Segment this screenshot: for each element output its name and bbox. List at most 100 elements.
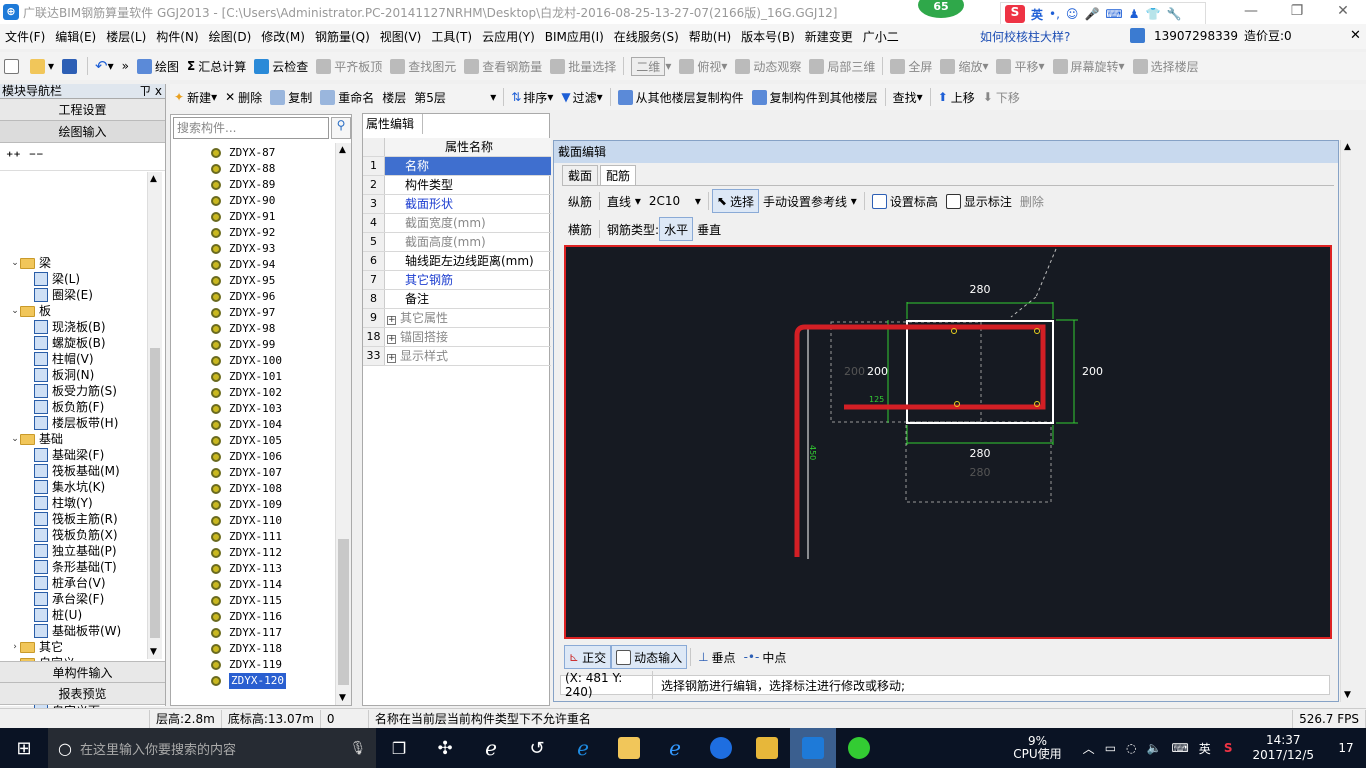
menu-item[interactable]: 钢筋量(Q) (310, 28, 375, 45)
list-item[interactable]: ZDYX-118 (211, 641, 341, 657)
new-file-icon[interactable] (0, 54, 26, 78)
property-row[interactable]: 5 截面高度(mm) (363, 233, 551, 252)
tree-item[interactable]: 柱帽(V) (2, 351, 148, 367)
tree-item[interactable]: 圈梁(E) (2, 287, 148, 303)
tb-orbit[interactable]: 动态观察 (731, 54, 805, 78)
list-item[interactable]: ZDYX-102 (211, 385, 341, 401)
expand-all-icon[interactable]: ⁺⁺ (6, 149, 21, 165)
green-app-icon[interactable] (836, 728, 882, 768)
tree-item[interactable]: 楼层板带(H) (2, 415, 148, 431)
app-browser-e-icon[interactable]: ℯ (468, 728, 514, 768)
menu-item[interactable]: BIM应用(I) (540, 28, 609, 45)
notification-icon[interactable]: 17 (1326, 741, 1366, 755)
list-item[interactable]: ZDYX-116 (211, 609, 341, 625)
dim-hook[interactable]: 125 (869, 395, 884, 404)
pin-close-icon[interactable]: ㄗ x (139, 84, 162, 99)
list-item[interactable]: ZDYX-93 (211, 241, 341, 257)
menu-item[interactable]: 工具(T) (426, 28, 477, 45)
list-item[interactable]: ZDYX-92 (211, 225, 341, 241)
tray-up-icon[interactable]: ︿ (1083, 740, 1095, 757)
list-item[interactable]: ZDYX-99 (211, 337, 341, 353)
search-icon[interactable]: ⚲ (331, 117, 351, 139)
delete-rebar-button[interactable]: 删除 (1016, 189, 1048, 213)
list-item[interactable]: ZDYX-120 (211, 673, 341, 689)
tree-toggle-icon[interactable]: ⌄ (10, 431, 20, 447)
copy-to-floor-button[interactable]: 复制构件到其他楼层 (748, 85, 882, 109)
search-input[interactable]: 搜索构件... (173, 117, 329, 139)
move-up-button[interactable]: ⬆ 上移 (934, 85, 979, 109)
property-row[interactable]: 18 + 锚固搭接 (363, 328, 551, 347)
tb-cloudcheck[interactable]: 云检查 (250, 54, 312, 78)
cpu-meter[interactable]: 9% CPU使用 (1013, 735, 1061, 761)
tree-item[interactable]: 桩承台(V) (2, 575, 148, 591)
tb-batch[interactable]: 批量选择 (546, 54, 620, 78)
list-item[interactable]: ZDYX-117 (211, 625, 341, 641)
menu-item[interactable]: 在线服务(S) (609, 28, 684, 45)
find-button[interactable]: 查找 ▾ (889, 85, 927, 109)
property-row[interactable]: 33 + 显示样式 (363, 347, 551, 366)
copy-button[interactable]: 复制 (266, 85, 316, 109)
draw-input-button[interactable]: 绘图输入 (0, 121, 165, 143)
tray-wifi-icon[interactable]: ◌ (1126, 741, 1136, 755)
open-folder-icon[interactable]: ▾ (26, 54, 58, 78)
ime-mic-icon[interactable]: 🎤 (1084, 7, 1099, 21)
property-row[interactable]: 9 + 其它属性 (363, 309, 551, 328)
tb-selfloor[interactable]: 选择楼层 (1129, 54, 1203, 78)
list-item[interactable]: ZDYX-114 (211, 577, 341, 593)
ime-emoji-icon[interactable]: ☺ (1066, 7, 1079, 21)
list-item[interactable]: ZDYX-91 (211, 209, 341, 225)
score-badge[interactable]: 65 (918, 0, 964, 18)
property-row[interactable]: 1 名称 (363, 157, 551, 176)
user-area[interactable]: 13907298339 造价豆:0 (1130, 27, 1292, 44)
list-item[interactable]: ZDYX-110 (211, 513, 341, 529)
ie-icon[interactable]: ℯ (652, 728, 698, 768)
menu-item[interactable]: 修改(M) (256, 28, 310, 45)
app-spiral-icon[interactable]: ↺ (514, 728, 560, 768)
tb-local3d[interactable]: 局部三维 (805, 54, 879, 78)
tree-item[interactable]: 条形基础(T) (2, 559, 148, 575)
list-item[interactable]: ZDYX-96 (211, 289, 341, 305)
tb-topview[interactable]: 俯视 ▾ (675, 54, 731, 78)
tray-volume-icon[interactable]: 🔈 (1147, 741, 1162, 755)
expand-icon[interactable]: + (387, 335, 396, 344)
sogou-icon[interactable]: S (1005, 5, 1025, 23)
expand-icon[interactable]: + (387, 316, 396, 325)
move-down-button[interactable]: ⬇ 下移 (979, 85, 1024, 109)
new-component-button[interactable]: ✦ 新建 ▾ (170, 85, 221, 109)
tray-keyboard-icon[interactable]: ⌨ (1171, 741, 1188, 755)
list-item[interactable]: ZDYX-103 (211, 401, 341, 417)
ime-tools-icon[interactable]: 🔧 (1166, 7, 1181, 21)
tree-item[interactable]: ⌄ 板 (2, 303, 148, 319)
tb-rotate[interactable]: 屏幕旋转 ▾ (1049, 54, 1129, 78)
copy-from-floor-button[interactable]: 从其他楼层复制构件 (614, 85, 748, 109)
tree-item[interactable]: ⌄ 梁 (2, 255, 148, 271)
menu-item[interactable]: 云应用(Y) (477, 28, 540, 45)
tray-sogou-icon[interactable]: S (1224, 741, 1233, 755)
dim-top-width[interactable]: 280 (970, 283, 991, 296)
menu-item[interactable]: 文件(F) (0, 28, 50, 45)
close-doc-icon[interactable]: ✕ (1350, 28, 1361, 43)
menu-item[interactable]: 构件(N) (151, 28, 203, 45)
property-row[interactable]: 3 截面形状 (363, 195, 551, 214)
floor-select[interactable]: 第5层 ▾ (410, 85, 500, 109)
tab-rebar[interactable]: 配筋 (600, 165, 637, 185)
vertical-button[interactable]: 垂直 (693, 217, 725, 241)
ime-toolbar[interactable]: S 英 •, ☺ 🎤 ⌨ ♟ 👕 🔧 (1000, 2, 1206, 26)
tray-clock[interactable]: 14:37 2017/12/5 (1252, 733, 1314, 763)
menu-item[interactable]: 帮助(H) (684, 28, 736, 45)
menu-item[interactable]: 新建变更 (800, 28, 858, 45)
list-item[interactable]: ZDYX-100 (211, 353, 341, 369)
main-scrollbar[interactable]: ▲ ▼ (1340, 140, 1356, 702)
list-item[interactable]: ZDYX-115 (211, 593, 341, 609)
expand-icon[interactable]: + (387, 354, 396, 363)
tree-toggle-icon[interactable]: ⌄ (10, 255, 20, 271)
ime-lang[interactable]: 英 (1031, 6, 1043, 23)
dim-left-height[interactable]: 200 (867, 365, 888, 378)
ime-shirt-icon[interactable]: 👕 (1145, 7, 1160, 21)
line-type-select[interactable]: 直线 ▾ (603, 189, 645, 213)
edge-icon[interactable]: ℯ (560, 728, 606, 768)
property-row[interactable]: 2 构件类型 (363, 176, 551, 195)
ime-skin-icon[interactable]: ♟ (1129, 7, 1140, 21)
tree-item[interactable]: 柱墩(Y) (2, 495, 148, 511)
taskbar-search[interactable]: ○ 在这里输入你要搜索的内容 🎙 (48, 728, 376, 768)
